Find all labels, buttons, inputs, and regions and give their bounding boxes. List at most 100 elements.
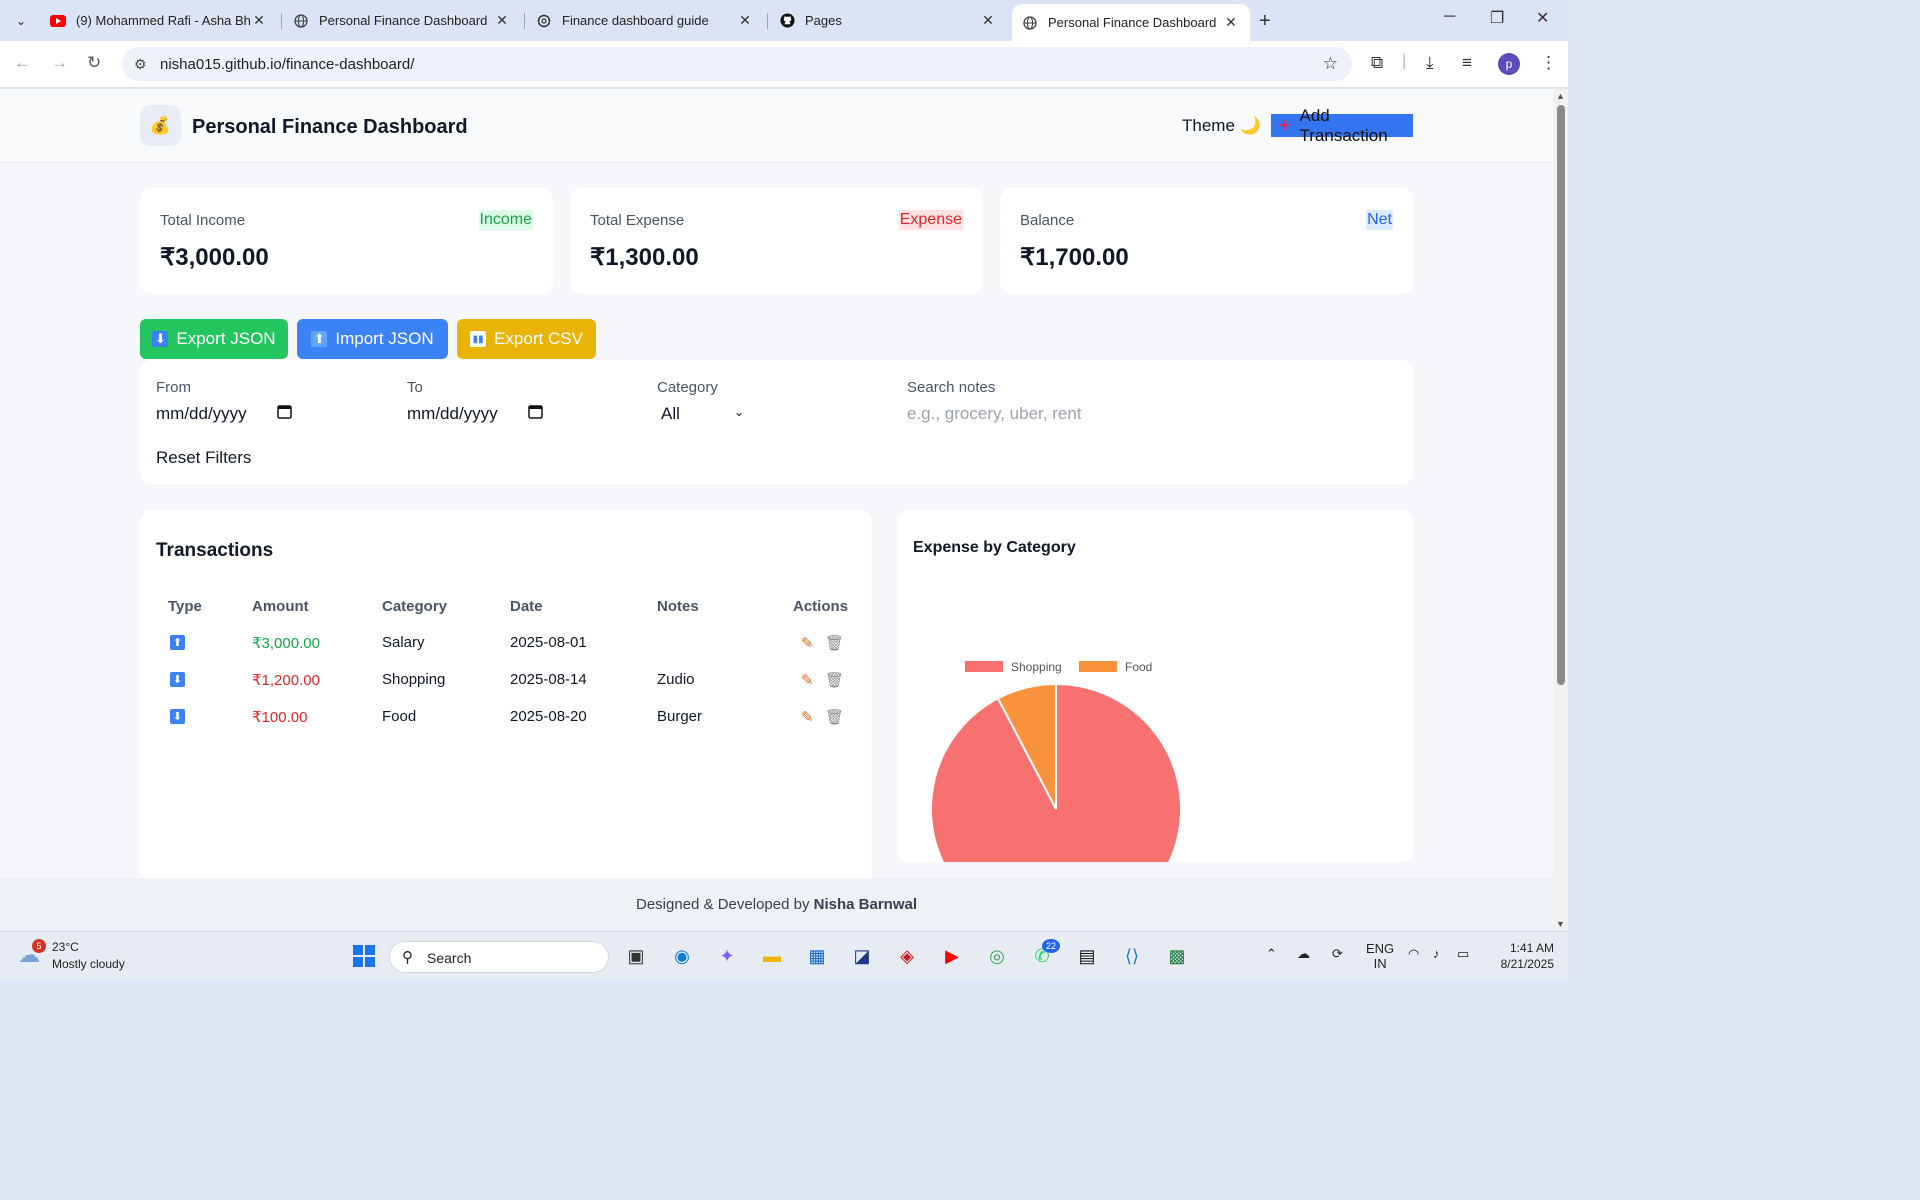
calendar-icon[interactable] [528,404,543,423]
media-control-icon[interactable]: ≡ [1462,53,1472,73]
tab-search-menu-icon[interactable]: ⌄ [8,8,34,34]
card-label: Balance [1020,212,1075,229]
copilot-icon[interactable]: ✦ [713,942,741,970]
restore-icon[interactable]: ❐ [1490,8,1504,28]
scroll-thumb[interactable] [1557,105,1565,685]
close-window-icon[interactable]: ✕ [1536,8,1549,28]
trash-icon[interactable]: 🗑 [825,671,844,689]
search-notes-input[interactable]: e.g., grocery, uber, rent [907,404,1387,424]
page-scrollbar[interactable]: ▲ ▼ [1553,89,1568,931]
new-tab-button[interactable]: + [1259,10,1271,33]
file-explorer-icon[interactable]: ▬ [758,942,786,970]
edit-pencil-icon[interactable]: ✎ [801,708,814,726]
site-info-icon[interactable]: ⚙ [134,56,147,73]
back-icon[interactable]: ← [14,53,31,73]
reset-filters-button[interactable]: Reset Filters [156,448,251,468]
terminal-icon[interactable]: ▤ [1073,942,1101,970]
vscode-icon[interactable]: ⟨⟩ [1118,942,1146,970]
weather-temperature[interactable]: 23°C [52,940,79,954]
net-badge: Net [1366,210,1393,230]
scroll-down-icon[interactable]: ▼ [1556,919,1565,929]
expense-arrow-icon: ⬇ [170,672,185,687]
extensions-icon[interactable]: ⧉ [1371,53,1383,73]
show-hidden-icons-icon[interactable]: ⌃ [1266,946,1277,962]
mcafee-icon[interactable]: ◈ [893,942,921,970]
add-transaction-button[interactable]: + Add Transaction [1271,106,1413,145]
address-bar[interactable]: ⚙ nisha015.github.io/finance-dashboard/ … [122,47,1352,81]
notes-cell: Burger [657,708,703,725]
sync-icon[interactable]: ⟳ [1332,946,1343,962]
export-json-button[interactable]: ⬇ Export JSON [140,319,288,359]
edit-pencil-icon[interactable]: ✎ [801,634,814,652]
expense-chart-card: Expense by Category Shopping Food [897,510,1413,862]
income-arrow-icon: ⬆ [170,635,185,650]
battery-icon[interactable]: ▭ [1457,946,1469,962]
tab-finance-guide[interactable]: Finance dashboard guide ✕ [526,4,764,37]
import-json-button[interactable]: ⬆ Import JSON [297,319,448,359]
tab-pages[interactable]: Pages ✕ [769,4,1007,37]
card-value: ₹1,700.00 [1020,244,1129,271]
notes-cell: Zudio [657,671,695,688]
tab-finance-dashboard[interactable]: Personal Finance Dashboard ✕ [283,4,521,37]
trash-icon[interactable]: 🗑 [825,634,844,652]
url-text[interactable]: nisha015.github.io/finance-dashboard/ [160,56,414,73]
tab-separator [767,13,768,29]
scroll-up-icon[interactable]: ▲ [1556,91,1565,101]
onedrive-icon[interactable]: ☁ [1297,946,1310,962]
theme-toggle-button[interactable]: Theme 🌙 [1182,116,1261,136]
minimize-icon[interactable]: ─ [1444,8,1455,26]
total-expense-card: Total Expense Expense ₹1,300.00 [570,188,983,294]
close-tab-icon[interactable]: ✕ [493,12,511,29]
category-cell: Shopping [382,671,446,688]
browser-menu-icon[interactable]: ⋮ [1540,53,1557,73]
chrome-icon[interactable]: ◎ [983,942,1011,970]
tab-separator [524,13,525,29]
forward-icon[interactable]: → [51,53,68,73]
tab-title: Pages [805,13,842,28]
excel-icon[interactable]: ▩ [1163,942,1191,970]
to-date-input[interactable]: mm/dd/yyyy [407,404,498,424]
taskbar-search[interactable]: ⚲ Search [389,941,609,973]
weather-description[interactable]: Mostly cloudy [52,957,125,971]
taskbar-clock[interactable]: 1:41 AM 8/21/2025 [1488,940,1554,972]
down-arrow-icon: ⬇ [152,331,169,347]
chevron-down-icon[interactable]: ⌄ [734,405,744,419]
date-cell: 2025-08-20 [510,708,587,725]
close-tab-icon[interactable]: ✕ [736,12,754,29]
wifi-icon[interactable]: ◠ [1408,946,1419,962]
close-tab-icon[interactable]: ✕ [979,12,997,29]
power-automate-icon[interactable]: ◪ [848,942,876,970]
legend-swatch-food[interactable] [1079,661,1117,672]
legend-label-food[interactable]: Food [1125,660,1152,674]
youtube-app-icon[interactable]: ▶ [938,942,966,970]
export-csv-button[interactable]: ▮▮ Export CSV [457,319,596,359]
legend-label-shopping[interactable]: Shopping [1011,660,1062,674]
language-indicator[interactable]: ENG IN [1366,941,1394,971]
reload-icon[interactable]: ↻ [87,53,101,73]
card-value: ₹3,000.00 [160,244,269,271]
tab-youtube[interactable]: (9) Mohammed Rafi - Asha Bho ✕ [40,4,278,37]
bookmark-star-icon[interactable]: ☆ [1323,54,1338,74]
lang-line1: ENG [1366,941,1395,956]
volume-icon[interactable]: ♪ [1433,946,1440,961]
column-header: Amount [252,598,309,615]
downloads-icon[interactable]: ⤓ [1426,53,1434,73]
close-tab-icon[interactable]: ✕ [1222,14,1240,31]
category-select[interactable]: All [661,404,680,424]
edge-icon[interactable]: ◉ [668,942,696,970]
income-badge: Income [478,210,533,230]
tab-finance-dashboard-active[interactable]: Personal Finance Dashboard ✕ [1012,4,1250,41]
microsoft-store-icon[interactable]: ▦ [803,942,831,970]
from-date-input[interactable]: mm/dd/yyyy [156,404,247,424]
trash-icon[interactable]: 🗑 [825,708,844,726]
profile-avatar[interactable]: p [1498,53,1520,75]
edit-pencil-icon[interactable]: ✎ [801,671,814,689]
tab-title: Personal Finance Dashboard [319,13,488,28]
taskbar-search-label: Search [427,950,472,966]
windows-start-icon[interactable] [350,942,378,970]
task-view-icon[interactable]: ▣ [622,942,650,970]
legend-swatch-shopping[interactable] [965,661,1003,672]
lang-line2: IN [1373,956,1387,971]
calendar-icon[interactable] [277,404,292,423]
close-tab-icon[interactable]: ✕ [250,12,268,29]
